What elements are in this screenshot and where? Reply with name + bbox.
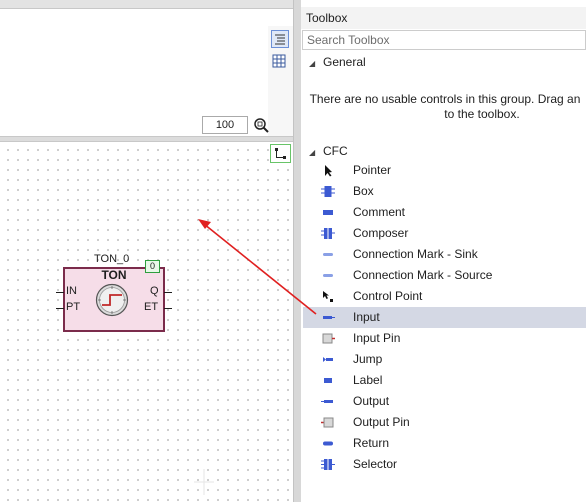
drag-arrow-overlay: [198, 219, 317, 315]
drag-arrow-line: [203, 223, 317, 315]
